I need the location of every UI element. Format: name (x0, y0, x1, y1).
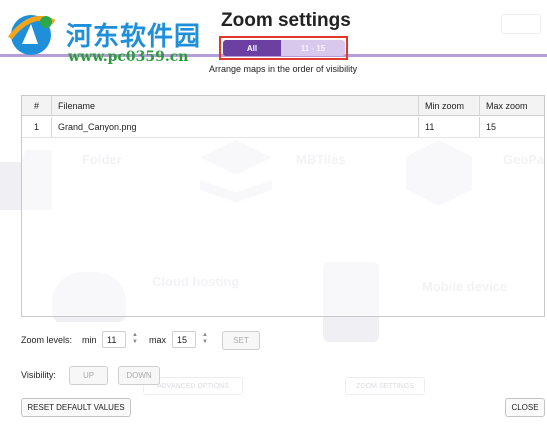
visibility-label: Visibility: (21, 370, 56, 380)
dialog-title: Zoom settings (221, 10, 351, 31)
column-header-min-zoom[interactable]: Min zoom (419, 96, 480, 115)
set-button[interactable]: SET (222, 331, 260, 350)
row-min-zoom: 11 (419, 117, 480, 137)
background-header-button (501, 14, 541, 34)
watermark-url: www.pc0359.cn (68, 49, 189, 65)
site-logo-icon (8, 15, 56, 55)
zoom-filter-tabs: All 11 - 15 (223, 40, 345, 56)
table-header: # Filename Min zoom Max zoom (22, 96, 544, 116)
max-label: max (149, 335, 167, 345)
column-header-filename[interactable]: Filename (52, 96, 419, 115)
dialog-subtitle: Arrange maps in the order of visibility (209, 64, 358, 74)
row-filename: Grand_Canyon.png (52, 117, 419, 137)
table-row[interactable]: 1 Grand_Canyon.png 11 15 (22, 117, 544, 138)
row-index: 1 (22, 117, 52, 137)
watermark: 河东软件园 www.pc0359.cn (4, 6, 204, 65)
maps-table: # Filename Min zoom Max zoom 1 Grand_Can… (21, 95, 545, 317)
column-header-index[interactable]: # (22, 96, 52, 115)
reset-default-values-button[interactable]: RESET DEFAULT VALUES (21, 398, 131, 417)
move-down-button[interactable]: DOWN (118, 366, 160, 385)
tab-zoom-range[interactable]: 11 - 15 (281, 40, 345, 56)
move-up-button[interactable]: UP (69, 366, 108, 385)
tab-all[interactable]: All (223, 40, 281, 56)
max-zoom-input[interactable]: 15 (172, 331, 196, 348)
min-zoom-stepper[interactable]: ▲ ▼ (131, 332, 139, 347)
row-max-zoom: 15 (486, 122, 497, 132)
zoom-levels-label: Zoom levels: (21, 335, 73, 345)
min-label: min (82, 335, 97, 345)
watermark-site-name: 河东软件园 (66, 22, 202, 52)
max-zoom-stepper[interactable]: ▲ ▼ (201, 332, 209, 347)
bg-zoom-settings-button: ZOOM SETTINGS (345, 377, 425, 395)
close-button[interactable]: CLOSE (505, 398, 545, 417)
min-zoom-input[interactable]: 11 (102, 331, 126, 348)
column-header-max-zoom[interactable]: Max zoom (480, 96, 544, 115)
